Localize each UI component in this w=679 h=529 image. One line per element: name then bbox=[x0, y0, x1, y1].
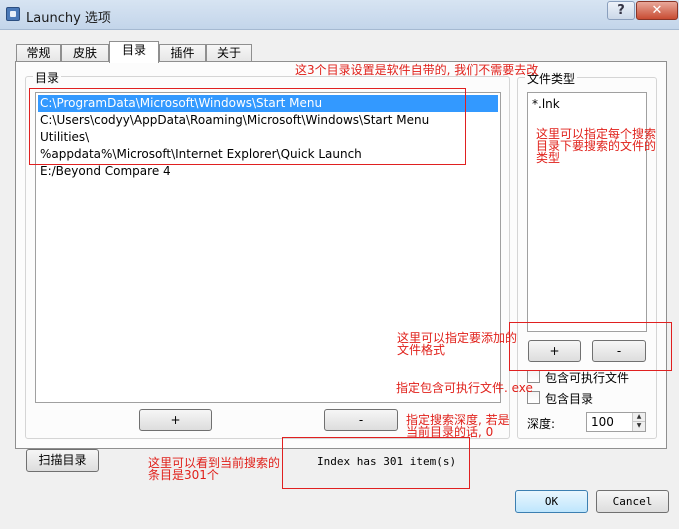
launchy-app-icon bbox=[6, 7, 20, 21]
annotation-box-index-status bbox=[282, 437, 470, 489]
annotation-exe-note: 指定包含可执行文件. exe bbox=[396, 381, 533, 395]
cancel-button[interactable]: Cancel bbox=[596, 490, 669, 513]
ok-button[interactable]: OK bbox=[515, 490, 588, 513]
tab-catalog[interactable]: 目录 bbox=[109, 41, 159, 63]
tab-general[interactable]: 常规 bbox=[16, 44, 61, 62]
spin-buttons: ▲ ▼ bbox=[632, 413, 645, 431]
annotation-box-filetype-buttons bbox=[509, 322, 672, 371]
annotation-box-directories bbox=[29, 88, 466, 165]
tab-plugins[interactable]: 插件 bbox=[159, 44, 206, 62]
help-button[interactable]: ? bbox=[607, 1, 635, 20]
directories-group-label: 目录 bbox=[33, 69, 62, 86]
annotation-count-note-2: 条目是301个 bbox=[148, 468, 219, 482]
spin-up-icon[interactable]: ▲ bbox=[633, 413, 645, 422]
list-item[interactable]: *.lnk bbox=[530, 96, 560, 113]
close-button[interactable]: ✕ bbox=[636, 1, 678, 20]
title-bar: Launchy 选项 ? ✕ bbox=[0, 0, 679, 30]
depth-spinbox[interactable]: 100 ▲ ▼ bbox=[586, 412, 646, 432]
annotation-filetype-note-3: 类型 bbox=[536, 151, 561, 165]
remove-directory-button[interactable]: - bbox=[324, 409, 398, 431]
include-executables-label: 包含可执行文件 bbox=[545, 371, 630, 385]
depth-value: 100 bbox=[591, 415, 614, 429]
tab-about[interactable]: 关于 bbox=[206, 44, 252, 62]
annotation-directories-note: 这3个目录设置是软件自带的, 我们不需要去改 bbox=[295, 63, 539, 77]
depth-label: 深度: bbox=[527, 417, 556, 431]
list-item[interactable]: E:/Beyond Compare 4 bbox=[38, 163, 171, 180]
include-directories-label: 包含目录 bbox=[545, 392, 594, 406]
annotation-add-format-note-2: 文件格式 bbox=[397, 343, 446, 357]
tab-skins[interactable]: 皮肤 bbox=[61, 44, 109, 62]
rescan-catalog-button[interactable]: 扫描目录 bbox=[26, 449, 99, 472]
spin-down-icon[interactable]: ▼ bbox=[633, 422, 645, 431]
window-title: Launchy 选项 bbox=[26, 11, 111, 26]
add-directory-button[interactable]: + bbox=[139, 409, 212, 431]
